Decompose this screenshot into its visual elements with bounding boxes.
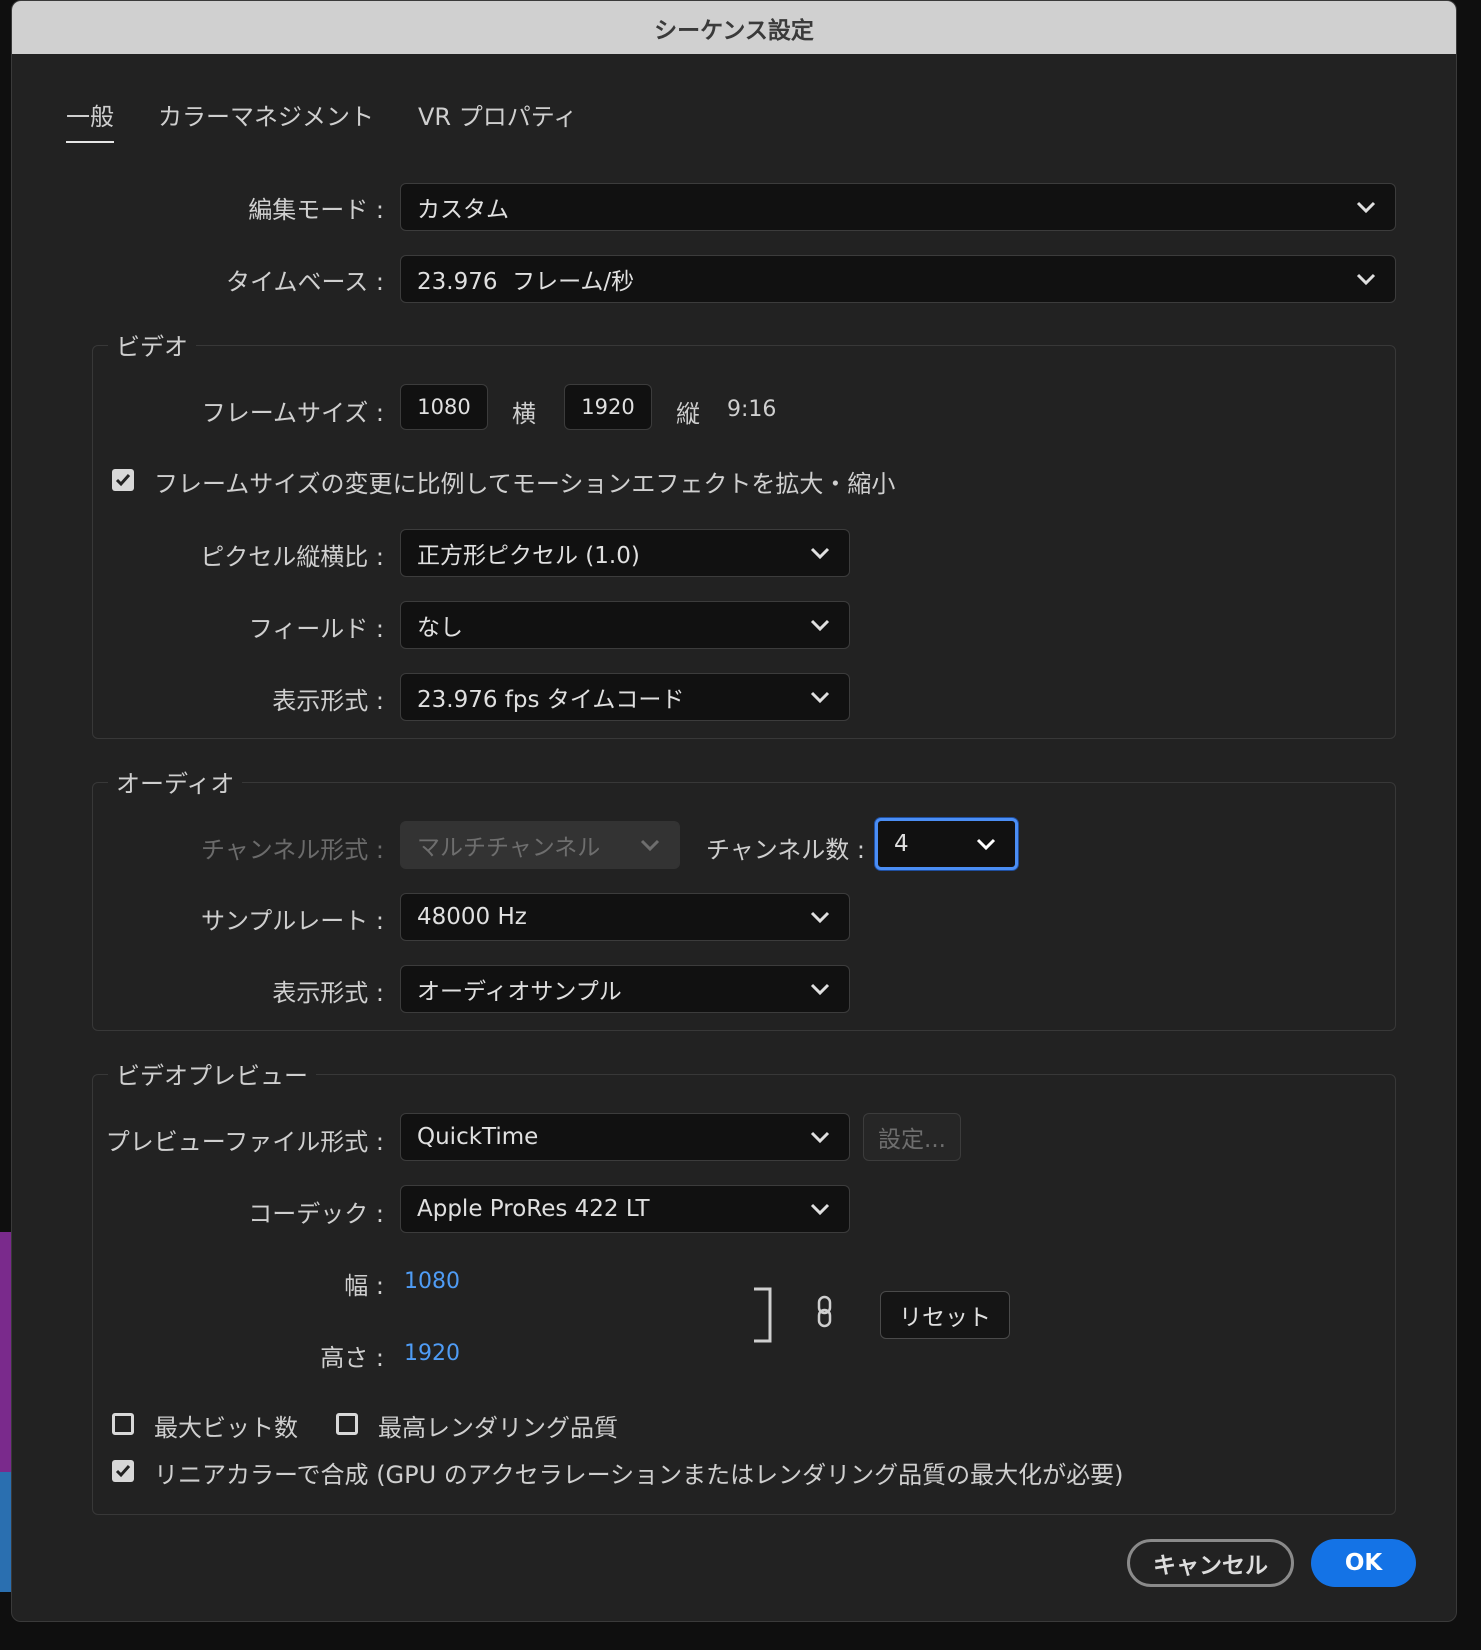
video-display-format-select[interactable]: 23.976 fps タイムコード bbox=[400, 673, 850, 721]
audio-display-format-label: 表示形式 : bbox=[272, 979, 384, 1007]
fields-label: フィールド : bbox=[248, 615, 384, 643]
frame-size-label: フレームサイズ : bbox=[201, 399, 384, 427]
chevron-down-icon bbox=[1356, 273, 1376, 286]
audio-group-title: オーディオ bbox=[108, 764, 243, 799]
fields-select[interactable]: なし bbox=[400, 601, 850, 649]
preview-file-format-label: プレビューファイル形式 : bbox=[105, 1128, 384, 1156]
dialog-title: シーケンス設定 bbox=[12, 1, 1456, 54]
sequence-settings-dialog: シーケンス設定 一般 カラーマネジメント VR プロパティ 編集モード : カス… bbox=[11, 0, 1457, 1622]
chevron-down-icon bbox=[976, 838, 996, 851]
preview-width-label: 幅 : bbox=[344, 1272, 384, 1300]
reset-button[interactable]: リセット bbox=[880, 1291, 1010, 1339]
chevron-down-icon bbox=[1356, 201, 1376, 214]
pixel-aspect-value: 正方形ピクセル (1.0) bbox=[417, 543, 640, 569]
checkmark-icon bbox=[115, 1465, 131, 1478]
timebase-label: タイムベース : bbox=[225, 268, 384, 296]
aspect-ratio-text: 9:16 bbox=[727, 397, 777, 422]
sample-rate-label: サンプルレート : bbox=[201, 907, 384, 935]
tab-color-management[interactable]: カラーマネジメント bbox=[158, 97, 374, 143]
link-icon[interactable] bbox=[815, 1294, 835, 1330]
max-bit-depth-checkbox[interactable] bbox=[112, 1413, 134, 1435]
preview-width-value[interactable]: 1080 bbox=[404, 1269, 460, 1294]
timebase-value: 23.976 フレーム/秒 bbox=[417, 269, 635, 295]
linear-color-checkbox[interactable] bbox=[112, 1460, 134, 1482]
checkmark-icon bbox=[115, 474, 131, 487]
chevron-down-icon bbox=[810, 911, 830, 924]
linear-color-label: リニアカラーで合成 (GPU のアクセラレーションまたはレンダリング品質の最大化… bbox=[154, 1461, 1124, 1489]
channel-format-select: マルチチャンネル bbox=[400, 821, 680, 869]
sample-rate-value: 48000 Hz bbox=[417, 904, 527, 930]
chevron-down-icon bbox=[810, 691, 830, 704]
chevron-down-icon bbox=[810, 619, 830, 632]
pixel-aspect-select[interactable]: 正方形ピクセル (1.0) bbox=[400, 529, 850, 577]
edit-mode-select[interactable]: カスタム bbox=[400, 183, 1396, 231]
channel-format-label: チャンネル形式 : bbox=[201, 836, 384, 864]
audio-display-format-value: オーディオサンプル bbox=[417, 979, 622, 1005]
codec-value: Apple ProRes 422 LT bbox=[417, 1196, 650, 1222]
video-display-format-value: 23.976 fps タイムコード bbox=[417, 687, 685, 713]
channel-format-value: マルチチャンネル bbox=[417, 835, 601, 861]
max-render-quality-checkbox[interactable] bbox=[336, 1413, 358, 1435]
preview-height-value[interactable]: 1920 bbox=[404, 1341, 460, 1366]
background-timeline-clip bbox=[0, 1232, 11, 1472]
pixel-aspect-label: ピクセル縦横比 : bbox=[200, 543, 384, 571]
fields-value: なし bbox=[417, 615, 463, 641]
ok-button[interactable]: OK bbox=[1311, 1539, 1416, 1587]
timebase-select[interactable]: 23.976 フレーム/秒 bbox=[400, 255, 1396, 303]
chevron-down-icon bbox=[810, 983, 830, 996]
audio-display-format-select[interactable]: オーディオサンプル bbox=[400, 965, 850, 1013]
frame-width-unit: 横 bbox=[512, 400, 536, 428]
chevron-down-icon bbox=[810, 1203, 830, 1216]
preview-height-label: 高さ : bbox=[320, 1344, 384, 1372]
tab-vr-properties[interactable]: VR プロパティ bbox=[418, 97, 577, 143]
tab-general[interactable]: 一般 bbox=[66, 97, 114, 143]
frame-height-unit: 縦 bbox=[676, 400, 700, 428]
tab-bar: 一般 カラーマネジメント VR プロパティ bbox=[66, 97, 621, 143]
cancel-button[interactable]: キャンセル bbox=[1127, 1539, 1294, 1587]
sample-rate-select[interactable]: 48000 Hz bbox=[400, 893, 850, 941]
channel-count-select[interactable]: 4 bbox=[875, 818, 1018, 870]
video-group-title: ビデオ bbox=[108, 327, 196, 362]
max-bit-depth-label: 最大ビット数 bbox=[154, 1414, 298, 1442]
chevron-down-icon bbox=[640, 839, 660, 852]
bracket-icon bbox=[754, 1287, 772, 1343]
preview-file-format-value: QuickTime bbox=[417, 1124, 539, 1150]
preview-settings-button: 設定... bbox=[863, 1113, 961, 1161]
codec-label: コーデック : bbox=[248, 1200, 384, 1228]
codec-select[interactable]: Apple ProRes 422 LT bbox=[400, 1185, 850, 1233]
frame-width-input[interactable]: 1080 bbox=[400, 384, 488, 430]
preview-file-format-select[interactable]: QuickTime bbox=[400, 1113, 850, 1161]
scale-motion-label: フレームサイズの変更に比例してモーションエフェクトを拡大・縮小 bbox=[154, 470, 896, 498]
max-render-quality-label: 最高レンダリング品質 bbox=[378, 1414, 618, 1442]
channel-count-value: 4 bbox=[894, 831, 909, 857]
edit-mode-label: 編集モード : bbox=[248, 196, 384, 224]
chevron-down-icon bbox=[810, 547, 830, 560]
scale-motion-checkbox[interactable] bbox=[112, 469, 134, 491]
edit-mode-value: カスタム bbox=[417, 197, 509, 223]
channel-count-label: チャンネル数 : bbox=[706, 836, 865, 864]
chevron-down-icon bbox=[810, 1131, 830, 1144]
video-preview-group-title: ビデオプレビュー bbox=[108, 1056, 316, 1091]
video-display-format-label: 表示形式 : bbox=[272, 687, 384, 715]
background-timeline-clip bbox=[0, 1472, 11, 1592]
frame-height-input[interactable]: 1920 bbox=[564, 384, 652, 430]
